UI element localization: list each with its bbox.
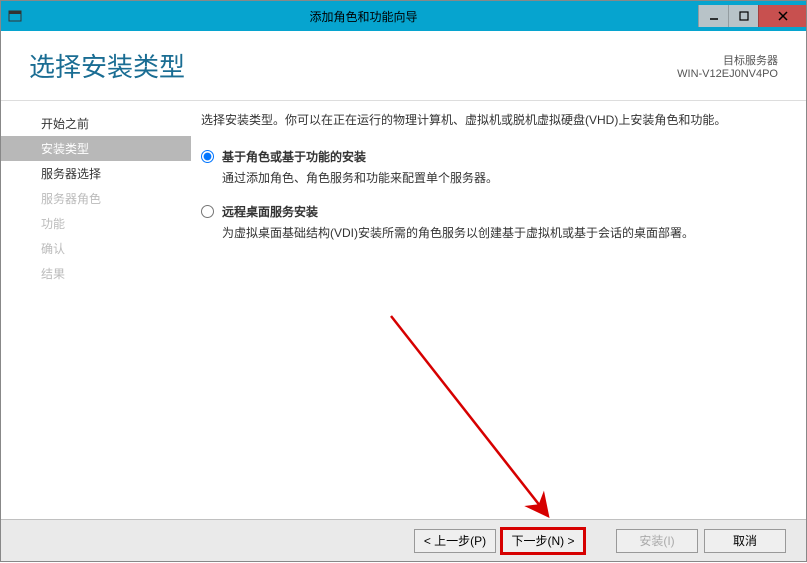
option-role-based[interactable]: 基于角色或基于功能的安装 通过添加角色、角色服务和功能来配置单个服务器。 bbox=[201, 148, 776, 187]
sidebar-item-server-selection[interactable]: 服务器选择 bbox=[1, 161, 191, 186]
window-controls bbox=[698, 5, 806, 27]
option-rds-radio[interactable] bbox=[201, 205, 214, 218]
wizard-footer: < 上一步(P) 下一步(N) > 安装(I) 取消 bbox=[1, 519, 806, 561]
option-role-based-desc: 通过添加角色、角色服务和功能来配置单个服务器。 bbox=[222, 169, 498, 187]
wizard-body: 开始之前 安装类型 服务器选择 服务器角色 功能 确认 结果 选择安装类型。你可… bbox=[1, 101, 806, 521]
option-role-based-radio[interactable] bbox=[201, 150, 214, 163]
maximize-button[interactable] bbox=[728, 5, 758, 27]
window-title: 添加角色和功能向导 bbox=[29, 8, 698, 25]
install-button: 安装(I) bbox=[616, 529, 698, 553]
option-rds-desc: 为虚拟桌面基础结构(VDI)安装所需的角色服务以创建基于虚拟机或基于会话的桌面部… bbox=[222, 224, 694, 242]
page-title: 选择安装类型 bbox=[29, 47, 677, 84]
intro-text: 选择安装类型。你可以在正在运行的物理计算机、虚拟机或脱机虚拟硬盘(VHD)上安装… bbox=[201, 111, 776, 130]
close-button[interactable] bbox=[758, 5, 806, 27]
app-icon bbox=[1, 1, 29, 31]
target-server-info: 目标服务器 WIN-V12EJ0NV4PO bbox=[677, 52, 778, 80]
minimize-button[interactable] bbox=[698, 5, 728, 27]
option-rds[interactable]: 远程桌面服务安装 为虚拟桌面基础结构(VDI)安装所需的角色服务以创建基于虚拟机… bbox=[201, 203, 776, 242]
wizard-main: 选择安装类型。你可以在正在运行的物理计算机、虚拟机或脱机虚拟硬盘(VHD)上安装… bbox=[191, 101, 806, 521]
target-server-name: WIN-V12EJ0NV4PO bbox=[677, 68, 778, 80]
wizard-header: 选择安装类型 目标服务器 WIN-V12EJ0NV4PO bbox=[1, 31, 806, 101]
wizard-sidebar: 开始之前 安装类型 服务器选择 服务器角色 功能 确认 结果 bbox=[1, 101, 191, 521]
cancel-button[interactable]: 取消 bbox=[704, 529, 786, 553]
sidebar-item-results: 结果 bbox=[1, 261, 191, 286]
sidebar-item-confirmation: 确认 bbox=[1, 236, 191, 261]
next-button[interactable]: 下一步(N) > bbox=[502, 529, 584, 553]
sidebar-item-install-type[interactable]: 安装类型 bbox=[1, 136, 191, 161]
sidebar-item-server-roles: 服务器角色 bbox=[1, 186, 191, 211]
target-server-label: 目标服务器 bbox=[677, 52, 778, 68]
sidebar-item-before-begin[interactable]: 开始之前 bbox=[1, 111, 191, 136]
sidebar-item-features: 功能 bbox=[1, 211, 191, 236]
option-rds-title: 远程桌面服务安装 bbox=[222, 203, 694, 220]
titlebar: 添加角色和功能向导 bbox=[1, 1, 806, 31]
option-role-based-title: 基于角色或基于功能的安装 bbox=[222, 148, 498, 165]
previous-button[interactable]: < 上一步(P) bbox=[414, 529, 496, 553]
